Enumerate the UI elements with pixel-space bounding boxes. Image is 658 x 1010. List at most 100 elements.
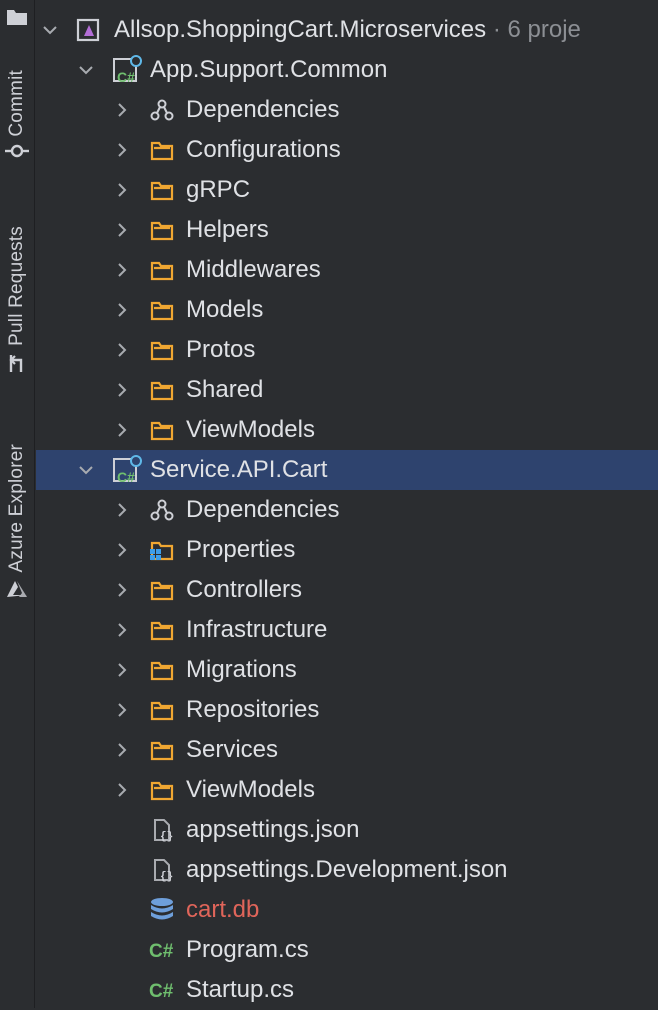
file-name: appsettings.json	[186, 816, 360, 843]
tool-window-sidebar: Commit Pull Requests Azure Explorer	[0, 0, 35, 1008]
chevron-right-icon[interactable]	[114, 782, 130, 798]
tab-commit-label: Commit	[6, 70, 27, 137]
chevron-right-icon[interactable]	[114, 142, 130, 158]
commit-icon	[5, 144, 29, 157]
file-name: Startup.cs	[186, 976, 295, 1003]
folder-icon	[150, 421, 174, 441]
tree-item-label: Shared	[186, 376, 264, 403]
chevron-right-icon[interactable]	[114, 542, 130, 558]
tree-row-folder[interactable]: ViewModels	[36, 410, 658, 450]
tree-row-file[interactable]: {} appsettings.Development.json	[36, 850, 658, 890]
tree-item-label: Middlewares	[186, 256, 321, 283]
tree-item-label: gRPC	[186, 176, 251, 203]
tree-row-folder[interactable]: Helpers	[36, 210, 658, 250]
tree-row-folder[interactable]: Configurations	[36, 130, 658, 170]
svg-text:C#: C#	[149, 941, 174, 962]
folder-icon	[150, 301, 174, 321]
project-name: App.Support.Common	[150, 56, 388, 83]
tree-row-solution[interactable]: Allsop.ShoppingCart.Microservices · 6 pr…	[36, 10, 658, 50]
folder-icon	[150, 261, 174, 281]
dependencies-icon	[150, 499, 174, 521]
tree-row-folder[interactable]: Controllers	[36, 570, 658, 610]
tree-row-folder[interactable]: Models	[36, 290, 658, 330]
tree-row-folder[interactable]: ViewModels	[36, 770, 658, 810]
chevron-right-icon[interactable]	[114, 342, 130, 358]
tree-row-folder[interactable]: Services	[36, 730, 658, 770]
tab-azure-explorer[interactable]: Azure Explorer	[0, 444, 34, 598]
csharp-project-icon: C#	[113, 55, 142, 85]
tree-row-dependencies[interactable]: Dependencies	[36, 490, 658, 530]
tree-item-label: Controllers	[186, 576, 303, 603]
csharp-file-icon: C#	[149, 941, 174, 962]
chevron-down-icon[interactable]	[42, 22, 58, 38]
folder-icon	[150, 581, 174, 601]
chevron-right-icon[interactable]	[114, 582, 130, 598]
tree-row-project-selected[interactable]: C# Service.API.Cart	[36, 450, 658, 490]
chevron-right-icon[interactable]	[114, 702, 130, 718]
tree-item-label: Migrations	[186, 656, 297, 683]
tree-item-label: ViewModels	[186, 416, 315, 443]
chevron-right-icon[interactable]	[114, 262, 130, 278]
tab-pull-requests-label: Pull Requests	[6, 226, 27, 346]
tree-item-label: ViewModels	[186, 776, 315, 803]
chevron-right-icon[interactable]	[114, 222, 130, 238]
chevron-right-icon[interactable]	[114, 502, 130, 518]
tree-row-folder[interactable]: gRPC	[36, 170, 658, 210]
dependencies-icon	[150, 99, 174, 121]
solution-project-count: · 6 proje	[486, 16, 581, 43]
solution-explorer-tree: Allsop.ShoppingCart.Microservices · 6 pr…	[36, 10, 658, 1010]
tree-item-label: Repositories	[186, 696, 320, 723]
tree-row-properties[interactable]: Properties	[36, 530, 658, 570]
chevron-down-icon[interactable]	[78, 62, 94, 78]
chevron-right-icon[interactable]	[114, 382, 130, 398]
chevron-down-icon[interactable]	[78, 462, 94, 478]
tree-item-label: Dependencies	[186, 96, 340, 123]
tab-pull-requests[interactable]: Pull Requests	[0, 226, 34, 374]
tree-row-file[interactable]: cart.db	[36, 890, 658, 930]
svg-text:{}: {}	[160, 871, 173, 882]
tree-item-label: Services	[186, 736, 279, 763]
file-name: appsettings.Development.json	[186, 856, 508, 883]
folder-icon	[150, 141, 174, 161]
chevron-right-icon[interactable]	[114, 622, 130, 638]
csharp-file-icon: C#	[149, 981, 174, 1002]
tree-row-folder[interactable]: Infrastructure	[36, 610, 658, 650]
tree-row-dependencies[interactable]: Dependencies	[36, 90, 658, 130]
tree-row-folder[interactable]: Migrations	[36, 650, 658, 690]
file-name: cart.db	[186, 896, 260, 923]
tree-row-folder[interactable]: Shared	[36, 370, 658, 410]
chevron-right-icon[interactable]	[114, 102, 130, 118]
tree-row-folder[interactable]: Middlewares	[36, 250, 658, 290]
chevron-right-icon[interactable]	[114, 662, 130, 678]
solution-name: Allsop.ShoppingCart.Microservices · 6 pr…	[114, 16, 581, 43]
tree-row-folder[interactable]: Protos	[36, 330, 658, 370]
tree-row-file[interactable]: C# Startup.cs	[36, 970, 658, 1010]
pull-request-icon	[9, 354, 23, 372]
chevron-right-icon[interactable]	[114, 742, 130, 758]
tree-item-label: Infrastructure	[186, 616, 328, 643]
chevron-right-icon[interactable]	[114, 302, 130, 318]
tree-row-project[interactable]: C# App.Support.Common	[36, 50, 658, 90]
tree-row-file[interactable]: C# Program.cs	[36, 930, 658, 970]
azure-icon	[7, 581, 27, 598]
database-icon	[151, 898, 173, 920]
tree-row-folder[interactable]: Repositories	[36, 690, 658, 730]
tree-row-file[interactable]: {} appsettings.json	[36, 810, 658, 850]
csharp-project-icon: C#	[113, 455, 142, 485]
solution-icon	[76, 18, 100, 42]
project-folder-icon[interactable]	[6, 8, 28, 26]
json-file-icon: {}	[154, 819, 173, 842]
folder-icon	[150, 341, 174, 361]
tree-item-label: Properties	[186, 536, 296, 563]
folder-icon	[150, 181, 174, 201]
tree-item-label: Configurations	[186, 136, 341, 163]
properties-folder-icon	[150, 541, 174, 561]
svg-text:{}: {}	[160, 831, 173, 842]
tab-commit[interactable]: Commit	[0, 70, 34, 159]
project-name: Service.API.Cart	[150, 456, 328, 483]
folder-icon	[150, 741, 174, 761]
chevron-right-icon[interactable]	[114, 182, 130, 198]
tab-azure-explorer-label: Azure Explorer	[6, 444, 27, 573]
chevron-right-icon[interactable]	[114, 422, 130, 438]
folder-icon	[150, 621, 174, 641]
